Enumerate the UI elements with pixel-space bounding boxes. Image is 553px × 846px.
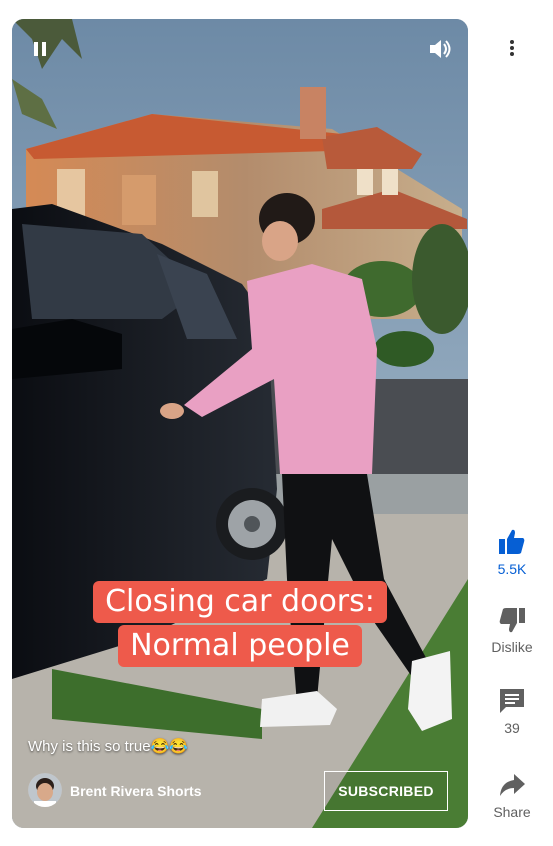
- volume-icon: [430, 40, 451, 58]
- more-options-button[interactable]: [500, 36, 524, 60]
- video-frame: [12, 19, 468, 828]
- video-caption: Closing car doors: Normal people: [90, 581, 390, 667]
- caption-line-2: Normal people: [118, 625, 362, 667]
- share-button[interactable]: Share: [484, 770, 540, 820]
- video-title[interactable]: Why is this so true😂😂: [28, 737, 188, 755]
- comments-button[interactable]: 39: [484, 686, 540, 736]
- dislike-button[interactable]: Dislike: [484, 605, 540, 655]
- like-button[interactable]: 5.5K: [484, 527, 540, 577]
- volume-button[interactable]: [426, 36, 454, 62]
- comment-icon: [500, 689, 524, 713]
- channel-row: Brent Rivera Shorts SUBSCRIBED: [28, 771, 452, 811]
- avatar-image: [28, 773, 62, 807]
- thumbs-up-icon: [499, 529, 525, 554]
- pause-button[interactable]: [28, 37, 52, 61]
- shorts-video-player[interactable]: Closing car doors: Normal people Why is …: [12, 19, 468, 828]
- pause-icon: [34, 42, 46, 56]
- like-count: 5.5K: [497, 561, 527, 577]
- comment-count: 39: [504, 720, 520, 736]
- share-arrow-icon: [500, 774, 525, 796]
- caption-line-1: Closing car doors:: [93, 581, 387, 623]
- more-vert-icon: [510, 40, 514, 56]
- thumbs-down-icon: [499, 608, 525, 633]
- channel-avatar[interactable]: [28, 773, 62, 807]
- dislike-label: Dislike: [491, 639, 533, 655]
- share-label: Share: [493, 804, 531, 820]
- subscribe-button[interactable]: SUBSCRIBED: [324, 771, 448, 811]
- channel-name[interactable]: Brent Rivera Shorts: [70, 783, 201, 799]
